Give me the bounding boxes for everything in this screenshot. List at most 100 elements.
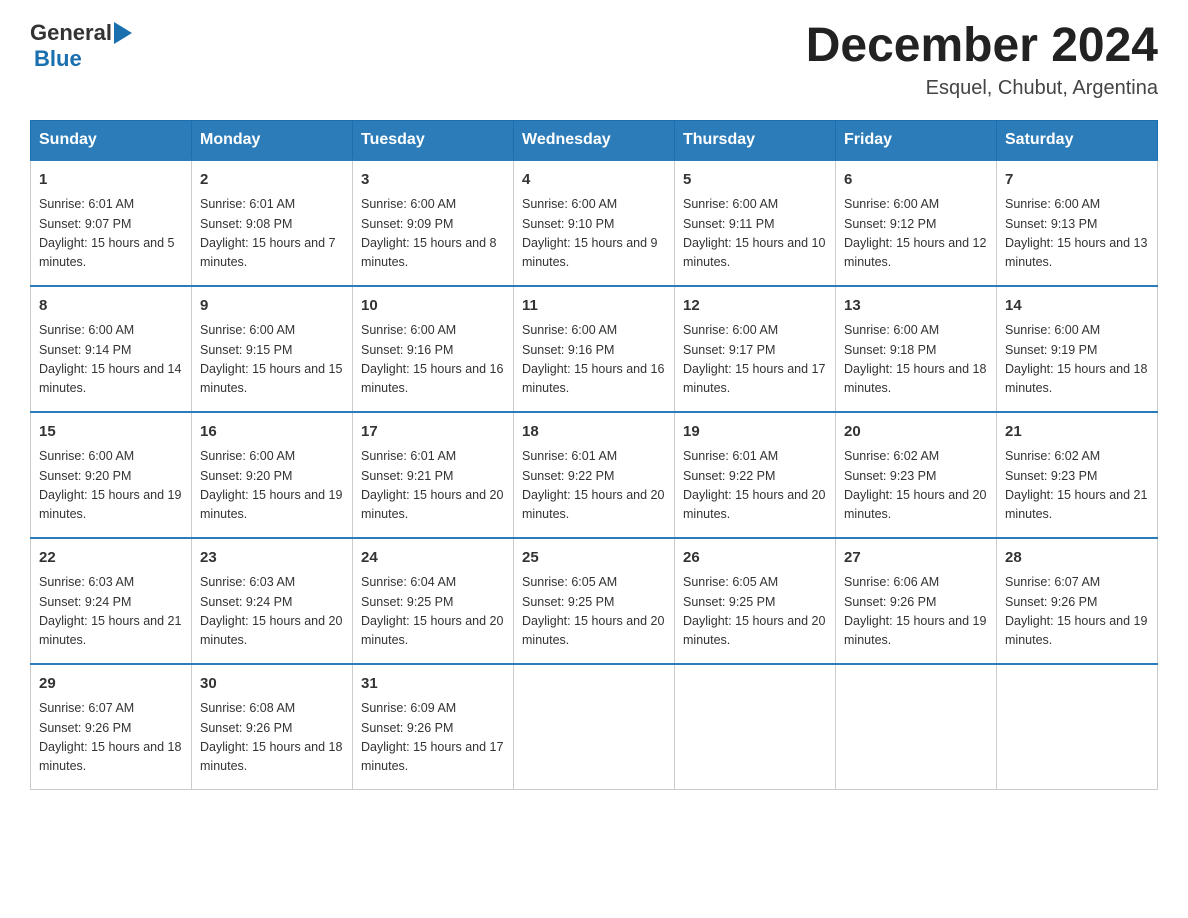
logo-general-text: General <box>30 20 112 46</box>
logo-line1: General <box>30 20 132 46</box>
day-info: Sunrise: 6:00 AMSunset: 9:15 PMDaylight:… <box>200 321 344 399</box>
day-number: 22 <box>39 547 183 570</box>
logo-line2: Blue <box>34 46 132 72</box>
day-number: 27 <box>844 547 988 570</box>
calendar-cell: 8Sunrise: 6:00 AMSunset: 9:14 PMDaylight… <box>31 286 192 412</box>
calendar-cell <box>675 664 836 790</box>
calendar-cell: 14Sunrise: 6:00 AMSunset: 9:19 PMDayligh… <box>997 286 1158 412</box>
day-info: Sunrise: 6:00 AMSunset: 9:13 PMDaylight:… <box>1005 195 1149 273</box>
day-info: Sunrise: 6:02 AMSunset: 9:23 PMDaylight:… <box>844 447 988 525</box>
page-header: General Blue December 2024 Esquel, Chubu… <box>30 20 1158 100</box>
day-info: Sunrise: 6:00 AMSunset: 9:18 PMDaylight:… <box>844 321 988 399</box>
calendar-cell: 28 Sunrise: 6:07 AMSunset: 9:26 PMDayligh… <box>997 538 1158 664</box>
header-day-thursday: Thursday <box>675 120 836 160</box>
day-info: Sunrise: 6:00 AMSunset: 9:09 PMDaylight:… <box>361 195 505 273</box>
calendar-cell: 25 Sunrise: 6:05 AMSunset: 9:25 PMDayligh… <box>514 538 675 664</box>
calendar-cell: 27 Sunrise: 6:06 AMSunset: 9:26 PMDayligh… <box>836 538 997 664</box>
calendar-week-row: 15Sunrise: 6:00 AMSunset: 9:20 PMDayligh… <box>31 412 1158 538</box>
day-info: Sunrise: 6:01 AMSunset: 9:22 PMDaylight:… <box>522 447 666 525</box>
day-number: 12 <box>683 295 827 318</box>
calendar-cell: 12Sunrise: 6:00 AMSunset: 9:17 PMDayligh… <box>675 286 836 412</box>
day-number: 6 <box>844 169 988 192</box>
calendar-cell: 22 Sunrise: 6:03 AMSunset: 9:24 PMDayligh… <box>31 538 192 664</box>
day-number: 3 <box>361 169 505 192</box>
calendar-cell: 30 Sunrise: 6:08 AMSunset: 9:26 PMDayligh… <box>192 664 353 790</box>
logo: General Blue <box>30 20 132 72</box>
day-info: Sunrise: 6:07 AMSunset: 9:26 PMDaylight:… <box>39 699 183 777</box>
calendar-cell: 2 Sunrise: 6:01 AMSunset: 9:08 PMDaylight… <box>192 160 353 286</box>
day-info: Sunrise: 6:03 AMSunset: 9:24 PMDaylight:… <box>200 573 344 651</box>
day-number: 16 <box>200 421 344 444</box>
day-info: Sunrise: 6:00 AMSunset: 9:10 PMDaylight:… <box>522 195 666 273</box>
day-info: Sunrise: 6:03 AMSunset: 9:24 PMDaylight:… <box>39 573 183 651</box>
calendar-cell: 31 Sunrise: 6:09 AMSunset: 9:26 PMDayligh… <box>353 664 514 790</box>
header-day-friday: Friday <box>836 120 997 160</box>
day-info: Sunrise: 6:09 AMSunset: 9:26 PMDaylight:… <box>361 699 505 777</box>
logo-blue-text: Blue <box>34 46 82 72</box>
day-info: Sunrise: 6:06 AMSunset: 9:26 PMDaylight:… <box>844 573 988 651</box>
calendar-cell: 16Sunrise: 6:00 AMSunset: 9:20 PMDayligh… <box>192 412 353 538</box>
calendar-week-row: 8Sunrise: 6:00 AMSunset: 9:14 PMDaylight… <box>31 286 1158 412</box>
day-number: 20 <box>844 421 988 444</box>
day-info: Sunrise: 6:04 AMSunset: 9:25 PMDaylight:… <box>361 573 505 651</box>
day-info: Sunrise: 6:00 AMSunset: 9:16 PMDaylight:… <box>361 321 505 399</box>
day-number: 10 <box>361 295 505 318</box>
day-info: Sunrise: 6:05 AMSunset: 9:25 PMDaylight:… <box>522 573 666 651</box>
day-info: Sunrise: 6:00 AMSunset: 9:19 PMDaylight:… <box>1005 321 1149 399</box>
day-number: 9 <box>200 295 344 318</box>
day-number: 1 <box>39 169 183 192</box>
day-number: 11 <box>522 295 666 318</box>
day-number: 19 <box>683 421 827 444</box>
calendar-cell: 20 Sunrise: 6:02 AMSunset: 9:23 PMDayligh… <box>836 412 997 538</box>
day-number: 21 <box>1005 421 1149 444</box>
day-number: 23 <box>200 547 344 570</box>
calendar-cell: 9 Sunrise: 6:00 AMSunset: 9:15 PMDaylight… <box>192 286 353 412</box>
day-info: Sunrise: 6:00 AMSunset: 9:12 PMDaylight:… <box>844 195 988 273</box>
day-number: 8 <box>39 295 183 318</box>
header-day-sunday: Sunday <box>31 120 192 160</box>
calendar-cell <box>514 664 675 790</box>
month-title: December 2024 <box>806 20 1158 73</box>
calendar-cell <box>836 664 997 790</box>
day-number: 13 <box>844 295 988 318</box>
location-text: Esquel, Chubut, Argentina <box>806 77 1158 100</box>
calendar-week-row: 22 Sunrise: 6:03 AMSunset: 9:24 PMDayligh… <box>31 538 1158 664</box>
day-number: 28 <box>1005 547 1149 570</box>
day-number: 25 <box>522 547 666 570</box>
calendar-cell: 17Sunrise: 6:01 AMSunset: 9:21 PMDayligh… <box>353 412 514 538</box>
day-number: 4 <box>522 169 666 192</box>
calendar-cell: 11Sunrise: 6:00 AMSunset: 9:16 PMDayligh… <box>514 286 675 412</box>
calendar-week-row: 29Sunrise: 6:07 AMSunset: 9:26 PMDayligh… <box>31 664 1158 790</box>
title-section: December 2024 Esquel, Chubut, Argentina <box>806 20 1158 100</box>
calendar-cell <box>997 664 1158 790</box>
calendar-week-row: 1Sunrise: 6:01 AMSunset: 9:07 PMDaylight… <box>31 160 1158 286</box>
calendar-cell: 1Sunrise: 6:01 AMSunset: 9:07 PMDaylight… <box>31 160 192 286</box>
calendar-cell: 23 Sunrise: 6:03 AMSunset: 9:24 PMDayligh… <box>192 538 353 664</box>
day-number: 26 <box>683 547 827 570</box>
day-info: Sunrise: 6:08 AMSunset: 9:26 PMDaylight:… <box>200 699 344 777</box>
calendar-cell: 18 Sunrise: 6:01 AMSunset: 9:22 PMDayligh… <box>514 412 675 538</box>
day-number: 18 <box>522 421 666 444</box>
calendar-cell: 21Sunrise: 6:02 AMSunset: 9:23 PMDayligh… <box>997 412 1158 538</box>
day-number: 7 <box>1005 169 1149 192</box>
day-number: 24 <box>361 547 505 570</box>
calendar-cell: 5Sunrise: 6:00 AMSunset: 9:11 PMDaylight… <box>675 160 836 286</box>
header-day-monday: Monday <box>192 120 353 160</box>
day-number: 2 <box>200 169 344 192</box>
calendar-cell: 24 Sunrise: 6:04 AMSunset: 9:25 PMDayligh… <box>353 538 514 664</box>
calendar-cell: 15Sunrise: 6:00 AMSunset: 9:20 PMDayligh… <box>31 412 192 538</box>
calendar-cell: 7 Sunrise: 6:00 AMSunset: 9:13 PMDaylight… <box>997 160 1158 286</box>
calendar-cell: 10 Sunrise: 6:00 AMSunset: 9:16 PMDayligh… <box>353 286 514 412</box>
day-number: 30 <box>200 673 344 696</box>
day-info: Sunrise: 6:01 AMSunset: 9:08 PMDaylight:… <box>200 195 344 273</box>
calendar-cell: 13 Sunrise: 6:00 AMSunset: 9:18 PMDayligh… <box>836 286 997 412</box>
calendar-cell: 29Sunrise: 6:07 AMSunset: 9:26 PMDayligh… <box>31 664 192 790</box>
calendar-header-row: SundayMondayTuesdayWednesdayThursdayFrid… <box>31 120 1158 160</box>
day-info: Sunrise: 6:07 AMSunset: 9:26 PMDaylight:… <box>1005 573 1149 651</box>
day-info: Sunrise: 6:00 AMSunset: 9:20 PMDaylight:… <box>39 447 183 525</box>
logo-wrapper: General Blue <box>30 20 132 72</box>
day-info: Sunrise: 6:01 AMSunset: 9:21 PMDaylight:… <box>361 447 505 525</box>
day-number: 31 <box>361 673 505 696</box>
calendar-cell: 3 Sunrise: 6:00 AMSunset: 9:09 PMDaylight… <box>353 160 514 286</box>
calendar-cell: 6 Sunrise: 6:00 AMSunset: 9:12 PMDaylight… <box>836 160 997 286</box>
